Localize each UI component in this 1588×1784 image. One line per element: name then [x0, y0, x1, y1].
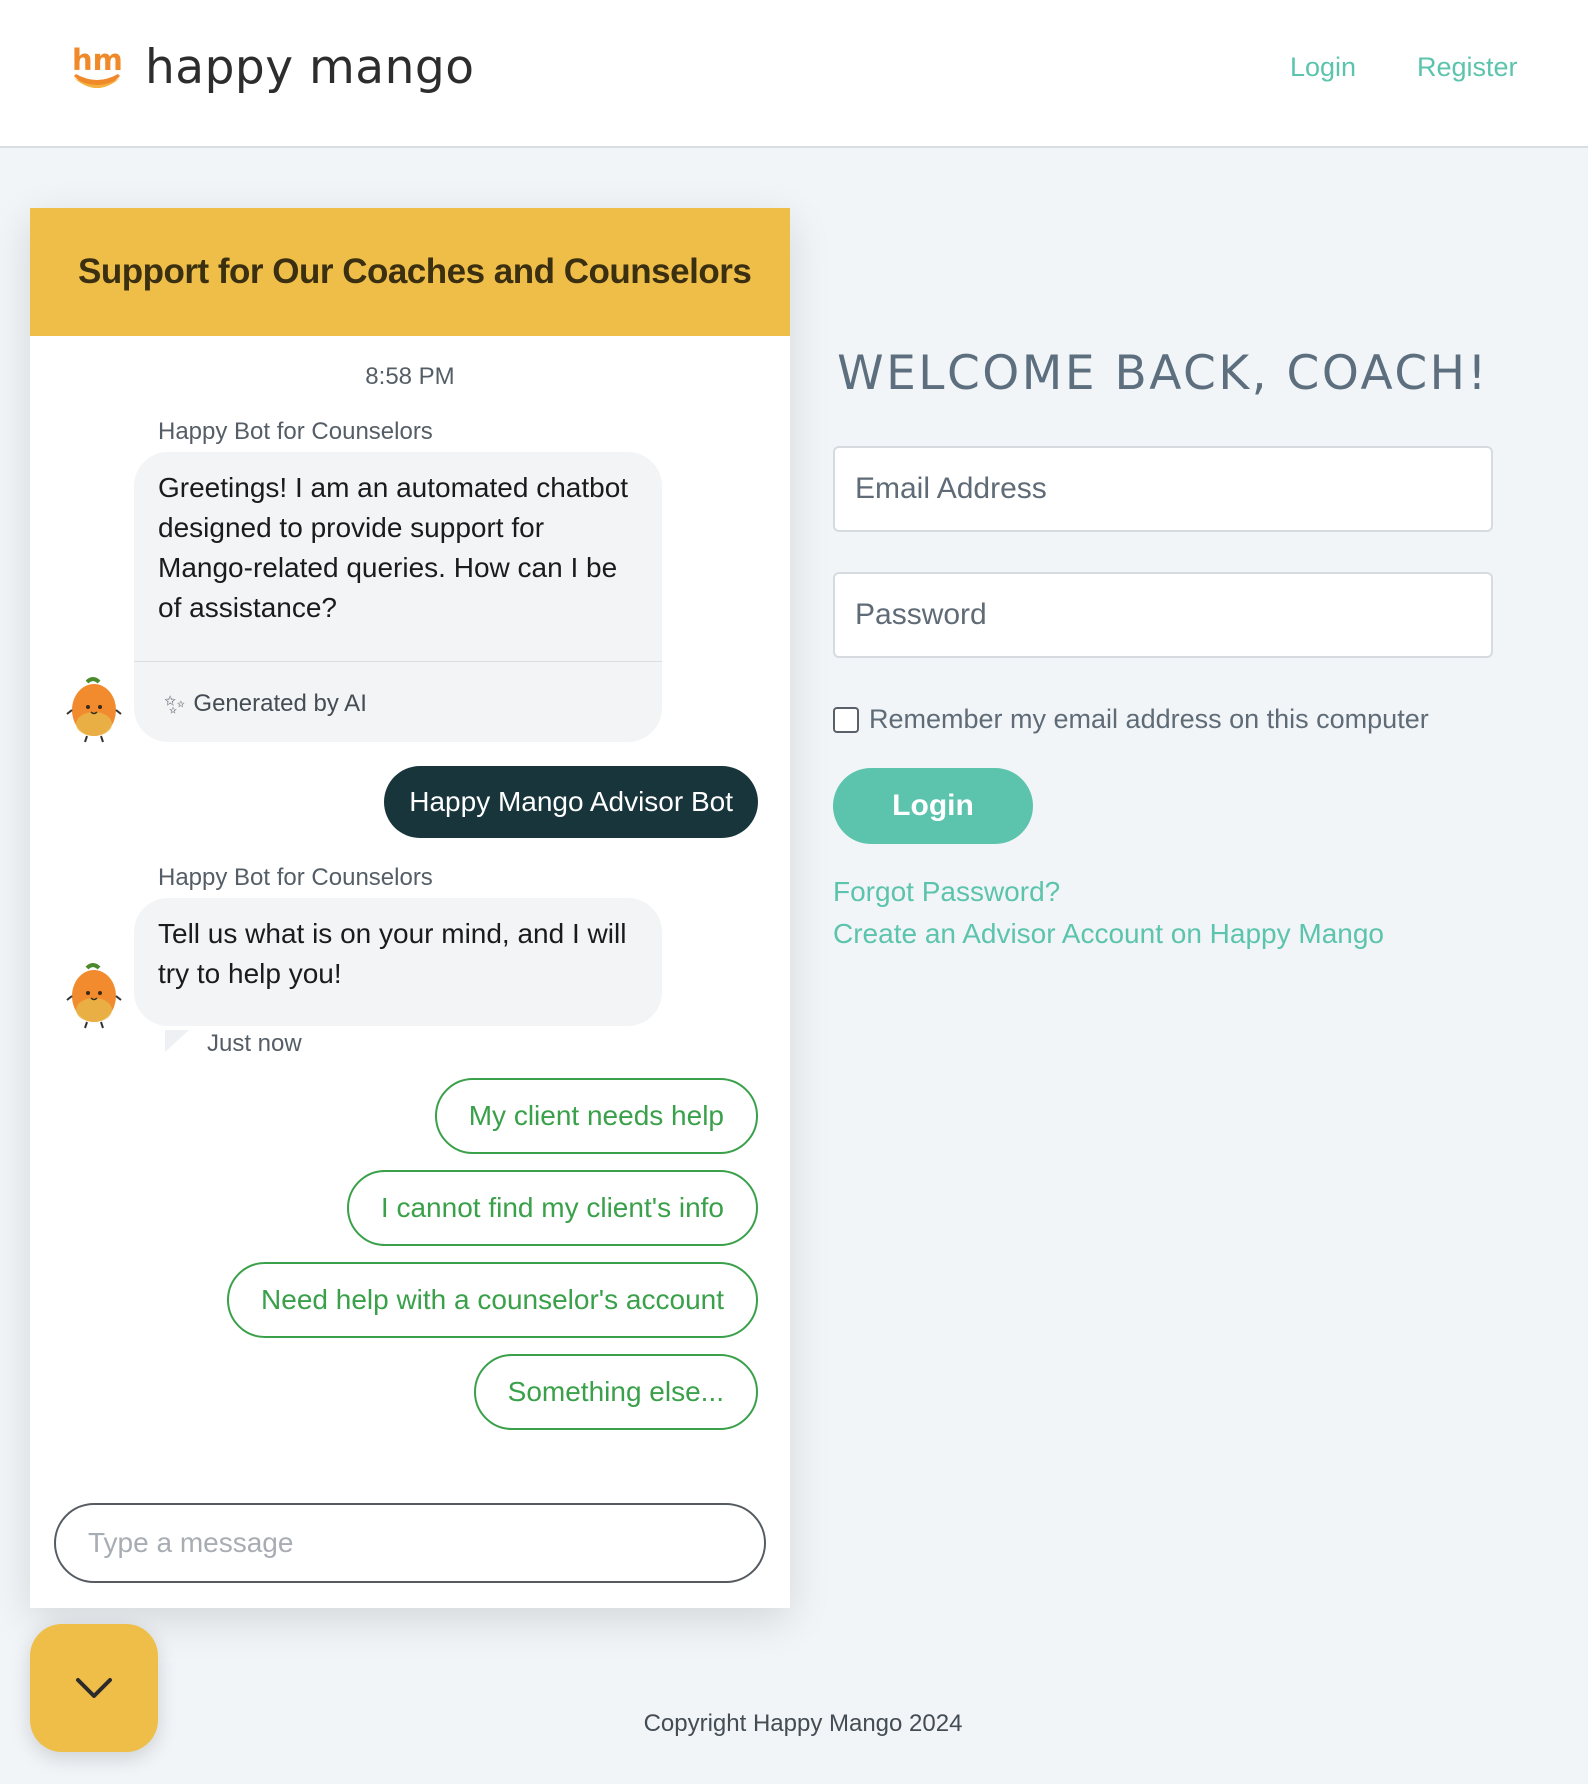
brand-name: happy mango: [145, 40, 475, 95]
bubble-tail: [165, 1030, 189, 1052]
chevron-down-icon: [76, 1678, 112, 1698]
brand-logo[interactable]: hm happy mango: [72, 40, 474, 95]
quick-reply-counselor-account-help[interactable]: Need help with a counselor's account: [227, 1262, 758, 1338]
mango-avatar-icon: [65, 960, 123, 1030]
copyright-text: Copyright Happy Mango 2024: [643, 1710, 963, 1737]
message-time: Just now: [207, 1030, 302, 1057]
create-advisor-account-link[interactable]: Create an Advisor Account on Happy Mango: [833, 918, 1384, 950]
remember-email-label: Remember my email address on this comput…: [869, 704, 1429, 734]
chat-title: Support for Our Coaches and Counselors: [78, 252, 752, 291]
generated-by-ai-note: ✨︎ Generated by AI: [164, 684, 367, 724]
quick-reply-something-else[interactable]: Something else...: [473, 1354, 758, 1430]
welcome-heading: WELCOME BACK, COACH!: [837, 346, 1489, 401]
site-header: hm happy mango Login Register: [0, 0, 1588, 148]
bot-message-text: Tell us what is on your mind, and I will…: [158, 918, 627, 989]
mango-avatar-icon: [65, 674, 123, 744]
user-message-bubble: Happy Mango Advisor Bot: [384, 766, 758, 838]
chat-widget: Support for Our Coaches and Counselors 8…: [30, 208, 790, 1608]
message-sender: Happy Bot for Counselors: [158, 418, 433, 445]
bot-message-text: Greetings! I am an automated chatbot des…: [158, 472, 629, 623]
page: hm happy mango Login Register Support fo…: [0, 0, 1588, 1784]
remember-email-checkbox[interactable]: [833, 706, 859, 733]
chat-header: Support for Our Coaches and Counselors: [30, 208, 790, 336]
remember-email-option[interactable]: Remember my email address on this comput…: [833, 704, 1429, 735]
nav-login-link[interactable]: Login: [1290, 52, 1356, 83]
email-field[interactable]: [833, 446, 1493, 532]
nav-register-link[interactable]: Register: [1417, 52, 1518, 83]
generated-by-ai-label: Generated by AI: [193, 690, 367, 717]
sparkle-icon: ✨︎: [164, 689, 186, 719]
forgot-password-link[interactable]: Forgot Password?: [833, 876, 1060, 908]
bubble-divider: [134, 661, 662, 662]
chat-timestamp: 8:58 PM: [365, 363, 455, 390]
svg-text:hm: hm: [72, 43, 122, 77]
quick-reply-client-needs-help[interactable]: My client needs help: [434, 1078, 758, 1154]
hm-logo-icon: hm: [72, 42, 123, 94]
password-field[interactable]: [833, 572, 1493, 658]
login-button[interactable]: Login: [833, 768, 1033, 844]
bot-message-bubble: Tell us what is on your mind, and I will…: [134, 898, 662, 1026]
message-sender: Happy Bot for Counselors: [158, 864, 433, 891]
chat-message-input[interactable]: [54, 1503, 766, 1583]
bot-message-bubble: Greetings! I am an automated chatbot des…: [134, 452, 662, 742]
quick-reply-cannot-find-client-info[interactable]: I cannot find my client's info: [346, 1170, 758, 1246]
